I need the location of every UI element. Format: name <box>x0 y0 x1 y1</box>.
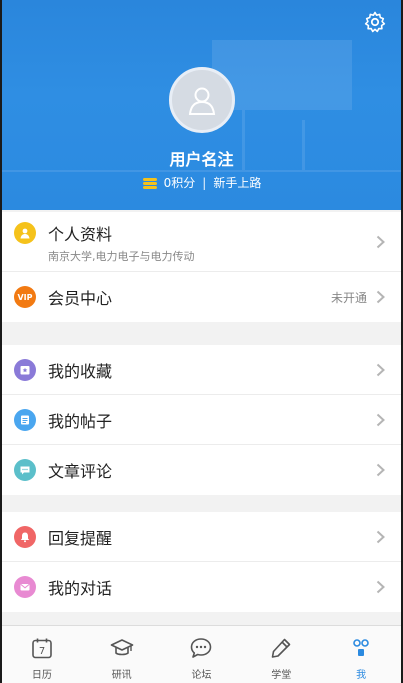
menu-group-messages: 回复提醒 我的对话 <box>2 512 401 612</box>
vip-status: 未开通 <box>330 290 367 305</box>
points-text: 0积分 <box>163 176 196 190</box>
profile-icon <box>353 639 369 656</box>
stats-separator: | <box>202 175 207 190</box>
user-stats: 0积分 | 新手上路 <box>2 174 401 191</box>
menu-item-profile[interactable]: 个人资料 南京大学,电力电子与电力传动 <box>2 212 401 272</box>
menu-item-favorites[interactable]: 我的收藏 <box>2 345 401 395</box>
vip-icon: VIP <box>14 286 36 308</box>
calendar-day: 7 <box>39 646 45 657</box>
vip-icon-text: VIP <box>17 292 33 302</box>
chevron-right-icon <box>376 413 385 426</box>
menu-item-vip-center[interactable]: VIP 会员中心 未开通 <box>2 272 401 322</box>
tab-label: 研讯 <box>111 670 132 681</box>
menu-item-label: 我的帖子 <box>48 411 113 431</box>
menu-item-label: 文章评论 <box>48 462 113 481</box>
chevron-right-icon <box>376 463 385 477</box>
bell-icon <box>14 525 36 548</box>
pencil-icon <box>271 638 291 658</box>
tab-me[interactable]: 我 <box>321 626 401 683</box>
avatar[interactable] <box>169 67 235 133</box>
profile-header: 用户名注 0积分 | 新手上路 <box>2 0 401 210</box>
tab-label: 学堂 <box>271 670 292 681</box>
tab-news[interactable]: 研讯 <box>82 626 162 683</box>
tab-forum[interactable]: 论坛 <box>162 626 242 683</box>
chevron-right-icon <box>376 580 385 594</box>
gear-icon <box>364 11 386 33</box>
coin-stack-icon <box>142 177 157 189</box>
menu-item-my-conversations[interactable]: 我的对话 <box>2 562 401 612</box>
bottom-tab-bar: 7 日历 研讯 论坛 学堂 我 <box>2 625 401 683</box>
menu-group-account: 个人资料 南京大学,电力电子与电力传动 VIP 会员中心 未开通 <box>2 212 401 322</box>
app-frame: 用户名注 0积分 | 新手上路 个人资料 南京大学,电力电子与电力传动 VIP <box>2 0 401 683</box>
document-icon <box>14 408 36 431</box>
menu-item-label: 回复提醒 <box>48 528 113 548</box>
level-text: 新手上路 <box>213 176 262 190</box>
menu-item-label: 我的收藏 <box>48 361 113 381</box>
chevron-right-icon <box>376 530 385 543</box>
graduation-cap-icon <box>110 639 133 656</box>
user-icon <box>14 222 36 244</box>
menu-item-article-comments[interactable]: 文章评论 <box>2 445 401 495</box>
tab-calendar[interactable]: 7 日历 <box>2 626 82 683</box>
menu-item-label: 个人资料 <box>48 225 113 244</box>
menu-item-desc: 南京大学,电力电子与电力传动 <box>48 250 195 263</box>
menu-item-reply-reminders[interactable]: 回复提醒 <box>2 512 401 562</box>
menu-item-label: 我的对话 <box>48 579 113 598</box>
menu-item-label: 会员中心 <box>48 289 113 308</box>
star-folder-icon <box>14 358 36 381</box>
header-bg-line <box>2 170 401 172</box>
default-avatar-icon <box>188 87 216 115</box>
menu-item-my-posts[interactable]: 我的帖子 <box>2 395 401 445</box>
tab-label: 日历 <box>31 670 52 681</box>
calendar-icon: 7 <box>32 638 52 659</box>
mail-icon <box>14 576 36 598</box>
chat-bubble-icon <box>191 638 212 658</box>
comment-icon <box>14 459 36 481</box>
chevron-right-icon <box>376 363 385 376</box>
username[interactable]: 用户名注 <box>2 146 401 170</box>
chevron-right-icon <box>376 235 385 249</box>
tab-classroom[interactable]: 学堂 <box>241 626 321 683</box>
menu-group-content: 我的收藏 我的帖子 文章评论 <box>2 345 401 495</box>
tab-label: 论坛 <box>191 670 212 681</box>
tab-label: 我 <box>356 670 367 681</box>
settings-button[interactable] <box>363 10 387 34</box>
chevron-right-icon <box>376 290 385 304</box>
